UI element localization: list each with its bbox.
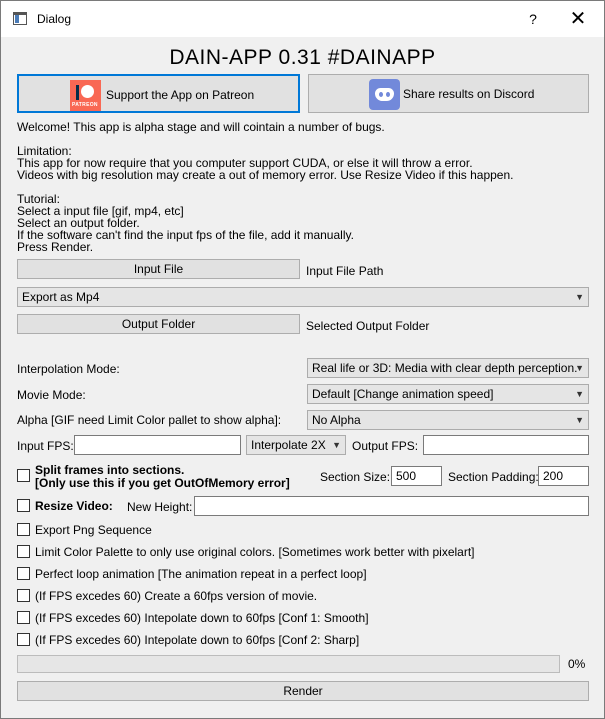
create-60fps-checkbox[interactable] <box>17 589 30 602</box>
interpolate-sharp-checkbox[interactable] <box>17 633 30 646</box>
limit-color-palette-label: Limit Color Palette to only use original… <box>35 545 475 559</box>
split-frames-label-2: [Only use this if you get OutOfMemory er… <box>35 476 290 490</box>
section-size-field[interactable]: 500 <box>391 466 442 486</box>
chevron-down-icon: ▼ <box>575 292 584 302</box>
discord-logo-icon <box>369 79 400 110</box>
output-fps-label: Output FPS: <box>352 439 419 453</box>
export-png-checkbox[interactable] <box>17 523 30 536</box>
chevron-down-icon: ▼ <box>575 363 584 373</box>
section-padding-label: Section Padding: <box>448 470 539 484</box>
welcome-text: Welcome! This app is alpha stage and wil… <box>17 120 385 134</box>
create-60fps-label: (If FPS excedes 60) Create a 60fps versi… <box>35 589 318 603</box>
perfect-loop-checkbox[interactable] <box>17 567 30 580</box>
split-frames-label-1: Split frames into sections. <box>35 463 185 477</box>
export-png-label: Export Png Sequence <box>35 523 152 537</box>
resize-video-label: Resize Video: <box>35 499 113 513</box>
dialog-window: Dialog ? ✕ DAIN-APP 0.31 #DAINAPP PATREO… <box>0 0 605 719</box>
input-fps-field[interactable] <box>74 435 241 455</box>
perfect-loop-label: Perfect loop animation [The animation re… <box>35 567 367 581</box>
render-progress-bar <box>17 655 560 673</box>
close-button[interactable]: ✕ <box>560 5 596 33</box>
chevron-down-icon: ▼ <box>575 389 584 399</box>
patreon-button-label: Support the App on Patreon <box>106 88 255 102</box>
alpha-label: Alpha [GIF need Limit Color pallet to sh… <box>17 413 282 427</box>
resize-video-checkbox[interactable] <box>17 499 30 512</box>
input-file-path: Input File Path <box>306 264 384 278</box>
discord-button[interactable]: Share results on Discord <box>308 74 589 113</box>
title-bar[interactable]: Dialog ? ✕ <box>1 1 604 37</box>
input-file-button[interactable]: Input File <box>17 259 300 279</box>
interpolation-mode-select[interactable]: Real life or 3D: Media with clear depth … <box>307 358 589 378</box>
interpolate-sharp-label: (If FPS excedes 60) Intepolate down to 6… <box>35 633 360 647</box>
split-frames-checkbox[interactable] <box>17 469 30 482</box>
limitation-line-2: Videos with big resolution may create a … <box>17 168 514 182</box>
chevron-down-icon: ▼ <box>575 415 584 425</box>
tutorial-line-4: Press Render. <box>17 240 94 254</box>
limit-color-palette-checkbox[interactable] <box>17 545 30 558</box>
help-button[interactable]: ? <box>519 5 547 33</box>
export-format-select[interactable]: Export as Mp4 ▼ <box>17 287 589 307</box>
app-window-icon <box>13 12 27 25</box>
patreon-logo-icon: PATREON <box>70 80 101 111</box>
new-height-label: New Height: <box>127 500 193 514</box>
input-fps-label: Input FPS: <box>17 439 74 453</box>
patreon-button[interactable]: PATREON Support the App on Patreon <box>17 74 300 113</box>
section-size-label: Section Size: <box>320 470 391 484</box>
new-height-field[interactable] <box>194 496 589 516</box>
interpolation-mode-label: Interpolation Mode: <box>17 362 120 376</box>
section-padding-field[interactable]: 200 <box>538 466 589 486</box>
output-fps-field[interactable] <box>423 435 589 455</box>
interpolate-smooth-checkbox[interactable] <box>17 611 30 624</box>
output-folder-path: Selected Output Folder <box>306 319 430 333</box>
interpolate-factor-select[interactable]: Interpolate 2X ▼ <box>246 435 346 455</box>
discord-button-label: Share results on Discord <box>403 87 535 101</box>
chevron-down-icon: ▼ <box>332 440 341 450</box>
alpha-select[interactable]: No Alpha ▼ <box>307 410 589 430</box>
output-folder-button[interactable]: Output Folder <box>17 314 300 334</box>
interpolate-smooth-label: (If FPS excedes 60) Intepolate down to 6… <box>35 611 369 625</box>
movie-mode-select[interactable]: Default [Change animation speed] ▼ <box>307 384 589 404</box>
render-button[interactable]: Render <box>17 681 589 701</box>
movie-mode-label: Movie Mode: <box>17 388 86 402</box>
window-title: Dialog <box>37 12 72 26</box>
app-heading: DAIN-APP 0.31 #DAINAPP <box>169 46 436 69</box>
progress-percent-text: 0% <box>568 657 586 671</box>
